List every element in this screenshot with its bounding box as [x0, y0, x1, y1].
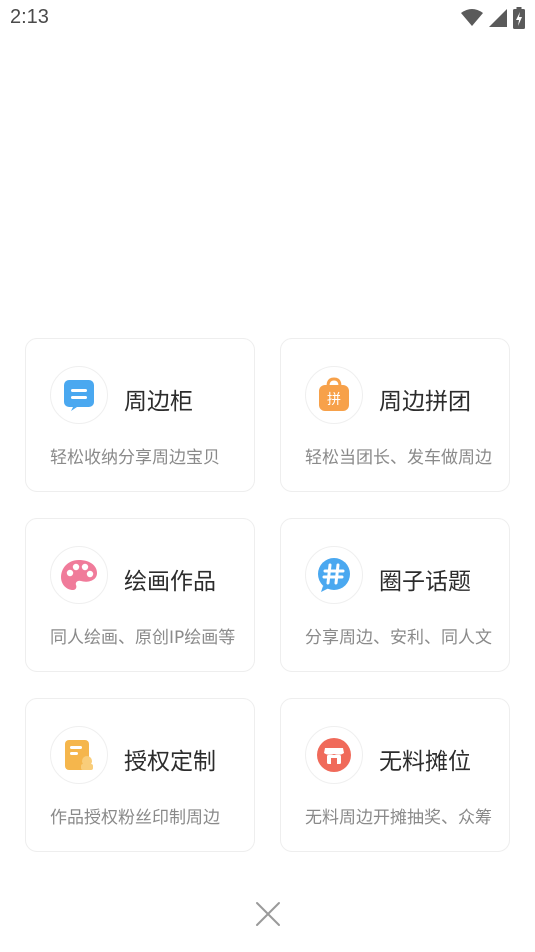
card-topic[interactable]: 圈子话题 分享周边、安利、同人文 — [280, 518, 510, 672]
palette-icon — [61, 560, 97, 590]
card-subtitle: 无料周边开摊抽奖、众筹 — [305, 808, 492, 828]
card-title: 周边拼团 — [379, 389, 471, 415]
license-icon — [65, 740, 93, 770]
close-button[interactable] — [254, 900, 282, 928]
card-group-buy[interactable]: 拼 周边拼团 轻松当团长、发车做周边 — [280, 338, 510, 492]
card-title: 绘画作品 — [124, 569, 216, 595]
card-subtitle: 同人绘画、原创IP绘画等 — [50, 628, 236, 648]
shelf-icon — [64, 380, 94, 411]
status-icons — [461, 7, 525, 29]
hashtag-icon-wrap — [305, 546, 363, 604]
group-buy-icon: 拼 — [319, 377, 349, 411]
shelf-icon-wrap — [50, 366, 108, 424]
card-shelf[interactable]: 周边柜 轻松收纳分享周边宝贝 — [25, 338, 255, 492]
card-license[interactable]: 授权定制 作品授权粉丝印制周边 — [25, 698, 255, 852]
group-buy-icon-wrap: 拼 — [305, 366, 363, 424]
status-time: 2:13 — [10, 6, 49, 28]
hashtag-icon — [318, 558, 350, 592]
palette-icon-wrap — [50, 546, 108, 604]
card-booth[interactable]: 无料摊位 无料周边开摊抽奖、众筹 — [280, 698, 510, 852]
wifi-icon — [461, 9, 483, 26]
card-subtitle: 作品授权粉丝印制周边 — [50, 808, 220, 828]
card-subtitle: 分享周边、安利、同人文 — [305, 628, 492, 648]
card-title: 圈子话题 — [379, 569, 471, 595]
card-subtitle: 轻松收纳分享周边宝贝 — [50, 448, 220, 468]
card-title: 周边柜 — [124, 389, 193, 415]
close-icon — [256, 902, 280, 926]
group-buy-icon-glyph: 拼 — [327, 392, 341, 408]
license-icon-wrap — [50, 726, 108, 784]
card-title: 无料摊位 — [379, 749, 471, 775]
booth-icon — [317, 738, 351, 772]
booth-icon-wrap — [305, 726, 363, 784]
card-drawing[interactable]: 绘画作品 同人绘画、原创IP绘画等 — [25, 518, 255, 672]
card-title: 授权定制 — [124, 749, 216, 775]
status-bar: 2:13 — [0, 0, 535, 38]
card-subtitle: 轻松当团长、发车做周边 — [305, 448, 492, 468]
battery-icon — [513, 7, 525, 29]
signal-icon — [489, 9, 507, 27]
